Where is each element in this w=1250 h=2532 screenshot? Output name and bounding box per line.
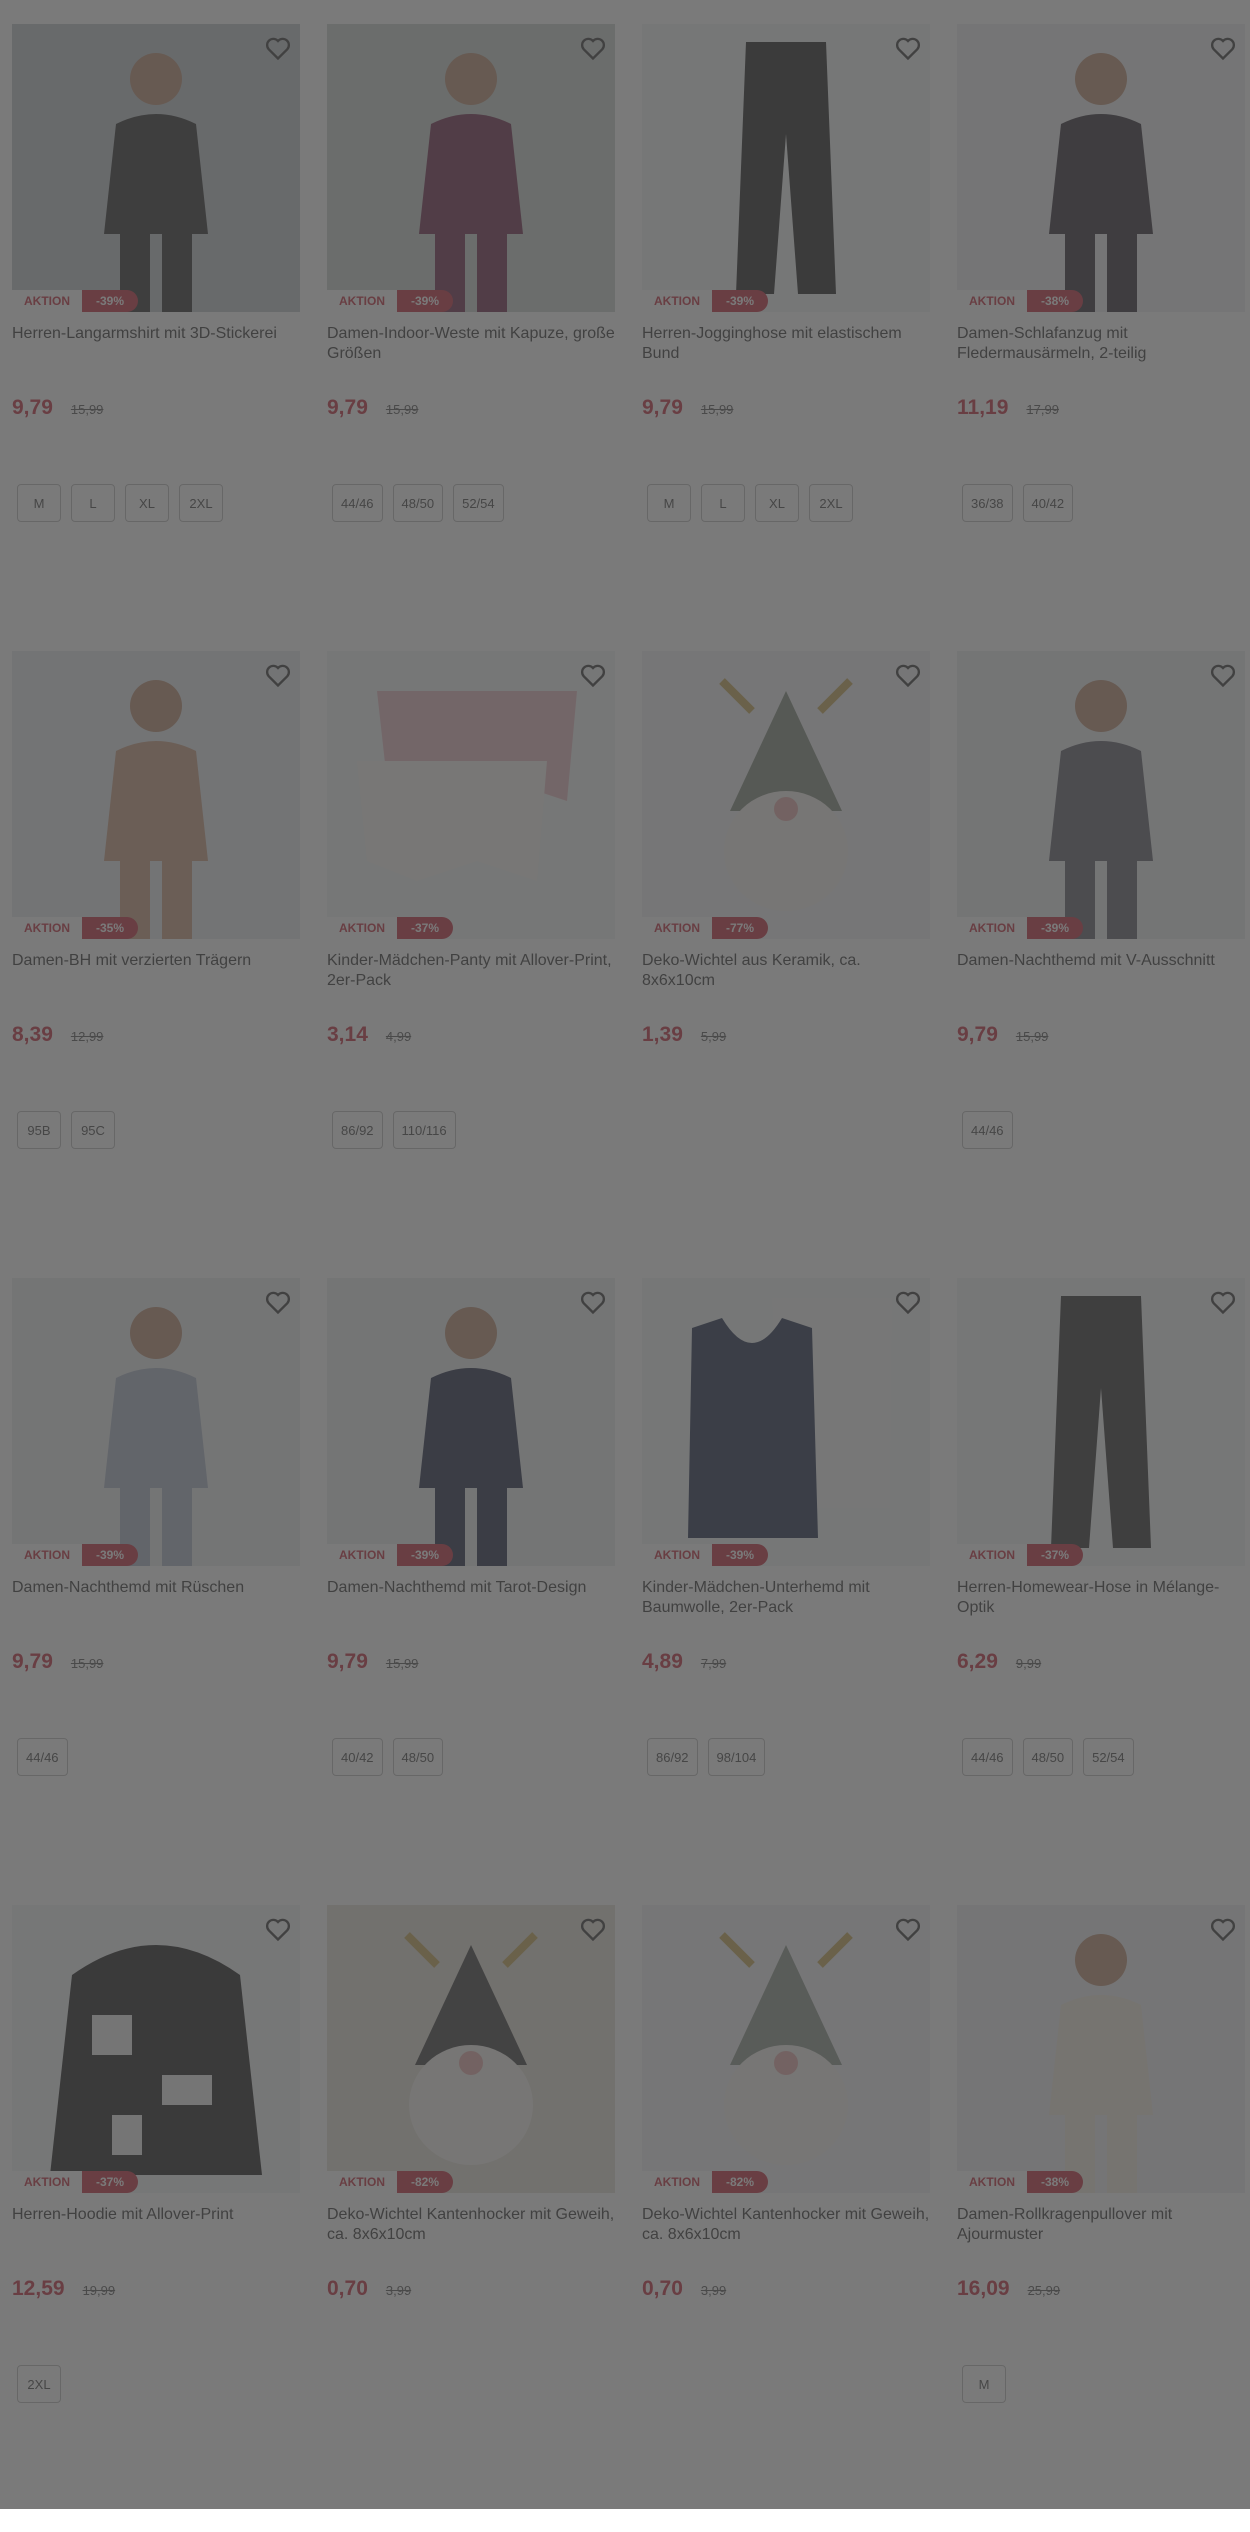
modal-overlay[interactable] — [0, 0, 1250, 2509]
